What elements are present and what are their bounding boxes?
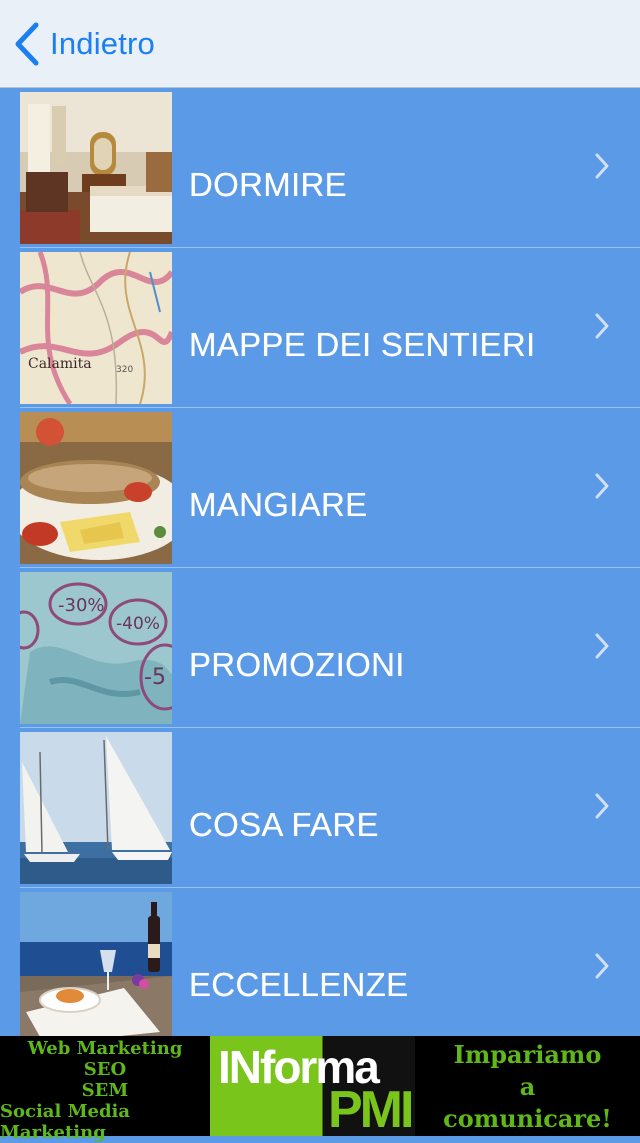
menu-item-label: PROMOZIONI	[189, 646, 405, 683]
logo-text-bottom: PMI	[328, 1081, 414, 1136]
menu-item-mangiare[interactable]: MANGIARE	[0, 408, 640, 568]
chevron-right-icon	[594, 152, 610, 185]
trail-map-photo: Calamita 320	[20, 252, 172, 404]
wine-seaside-photo	[20, 892, 172, 1036]
fish-dish-photo	[20, 412, 172, 564]
discount-tags-photo: -30% -40% -5	[20, 572, 172, 724]
ad-slogan-line: comunicare!	[443, 1103, 612, 1133]
chevron-right-icon	[594, 472, 610, 505]
chevron-right-icon	[594, 952, 610, 985]
ad-slogan: Impariamo a comunicare!	[415, 1036, 640, 1136]
chevron-right-icon	[594, 632, 610, 665]
svg-text:320: 320	[116, 365, 133, 375]
menu-item-mappe-dei-sentieri[interactable]: Calamita 320 MAPPE DEI SENTIERI	[0, 248, 640, 408]
menu-item-promozioni[interactable]: -30% -40% -5 PROMOZIONI	[0, 568, 640, 728]
menu-item-label: MANGIARE	[189, 486, 368, 523]
menu-item-label: COSA FARE	[189, 806, 379, 843]
menu-item-cosa-fare[interactable]: COSA FARE	[0, 728, 640, 888]
informa-pmi-logo: INforma PMI	[210, 1036, 415, 1136]
chevron-left-icon	[14, 22, 40, 66]
menu-item-label: DORMIRE	[189, 166, 347, 203]
svg-text:-5: -5	[144, 665, 166, 690]
menu-list: DORMIRE Calamita 320 MAPPE DEI SENTIERI	[0, 88, 640, 1036]
ad-service-line: Social Media Marketing	[0, 1101, 131, 1143]
svg-text:-40%: -40%	[116, 614, 160, 634]
ad-banner[interactable]: Web Marketing SEO SEM Social Media Marke…	[0, 1036, 640, 1143]
svg-text:-30%: -30%	[58, 595, 105, 616]
menu-item-label: ECCELLENZE	[189, 966, 409, 1003]
ad-services-list: Web Marketing SEO SEM Social Media Marke…	[0, 1036, 210, 1143]
chevron-right-icon	[594, 792, 610, 825]
svg-text:Calamita: Calamita	[28, 356, 92, 372]
ad-slogan-line: Impariamo	[453, 1039, 602, 1069]
ad-service-line: SEM	[81, 1080, 129, 1101]
hotel-room-photo	[20, 92, 172, 244]
ad-slogan-line: a	[519, 1071, 536, 1101]
menu-item-dormire[interactable]: DORMIRE	[0, 88, 640, 248]
menu-item-label: MAPPE DEI SENTIERI	[189, 326, 536, 363]
back-button[interactable]: Indietro	[14, 18, 155, 70]
navigation-bar: Indietro	[0, 0, 640, 88]
sailboats-photo	[20, 732, 172, 884]
chevron-right-icon	[594, 312, 610, 345]
back-button-label: Indietro	[50, 26, 155, 61]
ad-service-line: Web Marketing	[27, 1038, 183, 1059]
menu-item-eccellenze[interactable]: ECCELLENZE	[0, 888, 640, 1036]
ad-service-line: SEO	[83, 1059, 127, 1080]
